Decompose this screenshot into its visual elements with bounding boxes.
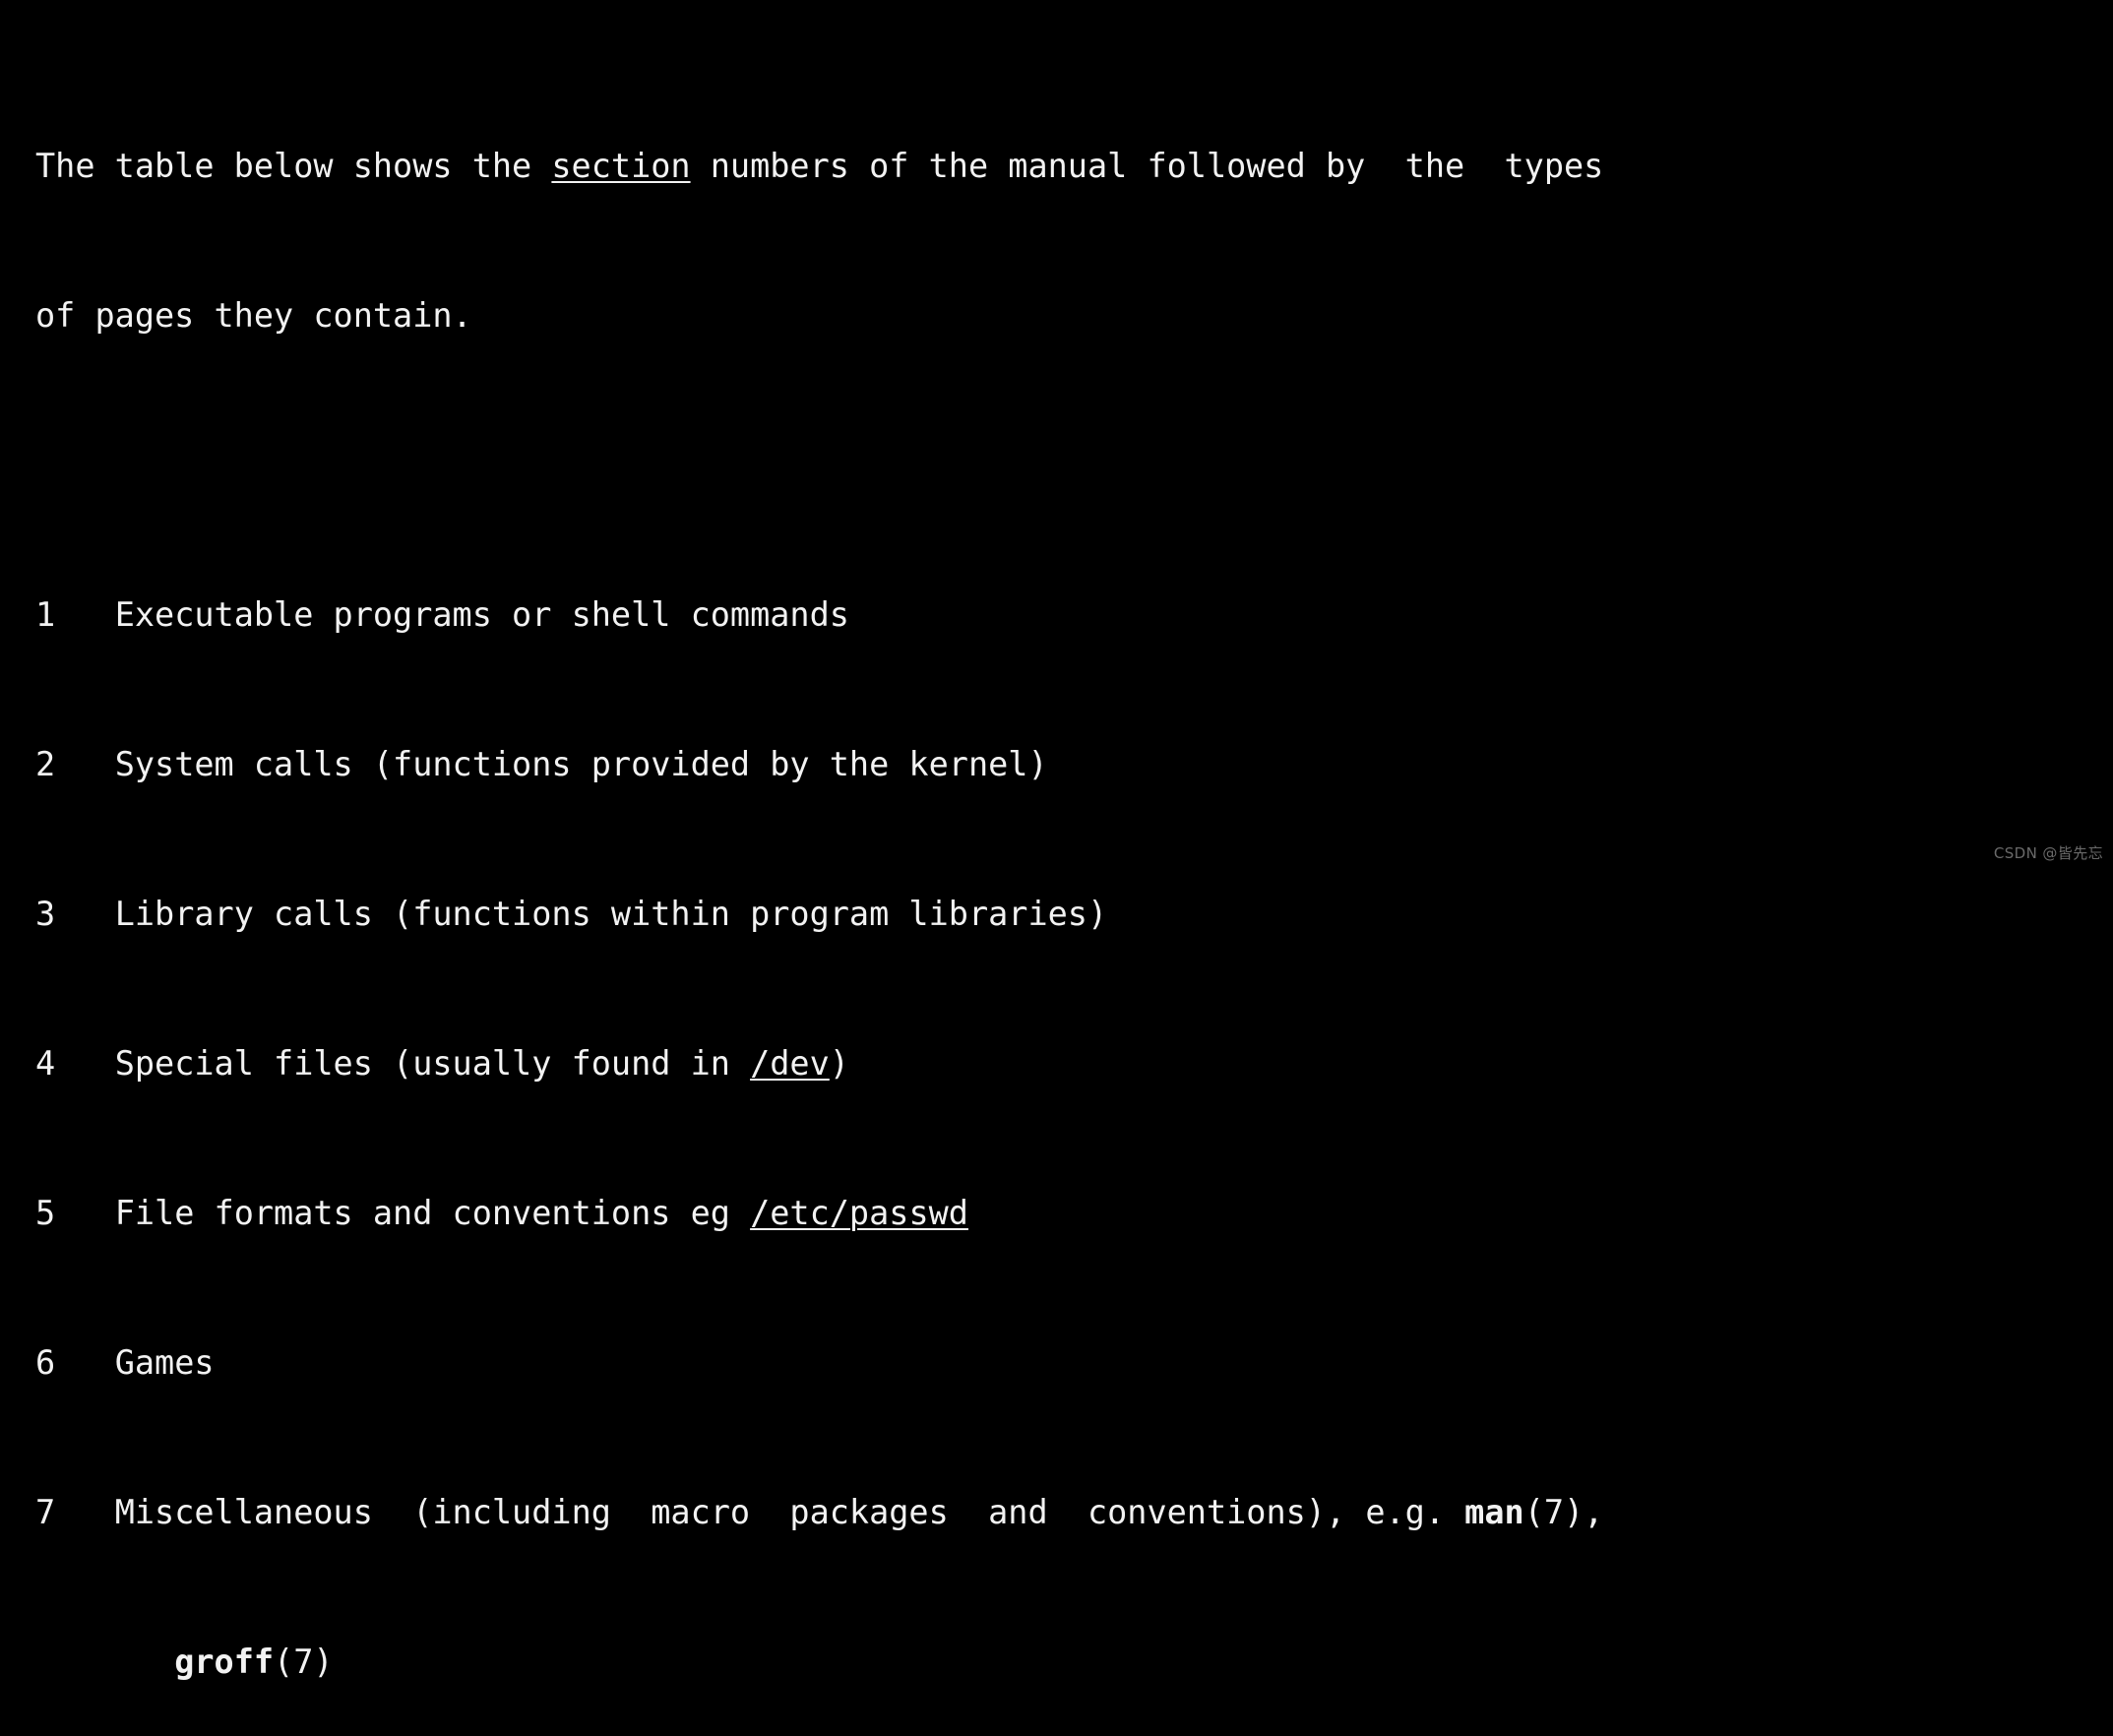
section-row-2: 2 System calls (functions provided by th… bbox=[35, 746, 2113, 783]
section-text-3: Library calls (functions within program … bbox=[114, 895, 1108, 933]
section-gap-6 bbox=[55, 1343, 115, 1382]
intro-line-1-suffix: numbers of the manual followed by the ty… bbox=[690, 147, 1604, 185]
section-row-3: 3 Library calls (functions within progra… bbox=[35, 896, 2113, 933]
section-gap-4 bbox=[55, 1044, 115, 1083]
section-row-4: 4 Special files (usually found in /dev) bbox=[35, 1045, 2113, 1083]
section-gap-7 bbox=[55, 1493, 115, 1531]
section-number-7: 7 bbox=[35, 1493, 56, 1531]
section-continuation-indent bbox=[35, 1643, 174, 1681]
section-text-2: System calls (functions provided by the … bbox=[114, 745, 1048, 783]
section-text-4-suffix: ) bbox=[829, 1044, 849, 1083]
csdn-watermark: CSDN @皆先忘 bbox=[1993, 844, 2103, 862]
intro-line-1: The table below shows the section number… bbox=[35, 148, 2113, 185]
groff-reference-suffix: (7) bbox=[274, 1643, 334, 1681]
section-number-6: 6 bbox=[35, 1343, 56, 1382]
section-number-4: 4 bbox=[35, 1044, 56, 1083]
section-number-5: 5 bbox=[35, 1194, 56, 1232]
section-link[interactable]: section bbox=[551, 147, 690, 185]
section-text-4-prefix: Special files (usually found in bbox=[114, 1044, 751, 1083]
etc-passwd-path-link[interactable]: /etc/passwd bbox=[750, 1194, 968, 1232]
intro-line-1-prefix: The table below shows the bbox=[35, 147, 552, 185]
terminal-output: The table below shows the section number… bbox=[0, 0, 2113, 1681]
section-number-3: 3 bbox=[35, 895, 56, 933]
section-row-7-continuation: groff(7) bbox=[35, 1643, 2113, 1681]
section-number-1: 1 bbox=[35, 595, 56, 634]
section-number-2: 2 bbox=[35, 745, 56, 783]
man-reference: man bbox=[1464, 1493, 1524, 1531]
section-text-6: Games bbox=[114, 1343, 215, 1382]
section-row-7: 7 Miscellaneous (including macro package… bbox=[35, 1494, 2113, 1531]
section-text-7-prefix: Miscellaneous (including macro packages … bbox=[114, 1493, 1465, 1531]
section-text-5-prefix: File formats and conventions eg bbox=[114, 1194, 751, 1232]
section-row-6: 6 Games bbox=[35, 1344, 2113, 1382]
section-gap-2 bbox=[55, 745, 115, 783]
section-gap-1 bbox=[55, 595, 115, 634]
section-gap-3 bbox=[55, 895, 115, 933]
section-row-5: 5 File formats and conventions eg /etc/p… bbox=[35, 1195, 2113, 1232]
section-gap-5 bbox=[55, 1194, 115, 1232]
groff-reference: groff bbox=[174, 1643, 275, 1681]
intro-line-2: of pages they contain. bbox=[35, 296, 472, 335]
dev-path-link[interactable]: /dev bbox=[750, 1044, 830, 1083]
section-text-7-suffix: (7), bbox=[1523, 1493, 1604, 1531]
section-text-1: Executable programs or shell commands bbox=[114, 595, 849, 634]
section-row-1: 1 Executable programs or shell commands bbox=[35, 596, 2113, 634]
